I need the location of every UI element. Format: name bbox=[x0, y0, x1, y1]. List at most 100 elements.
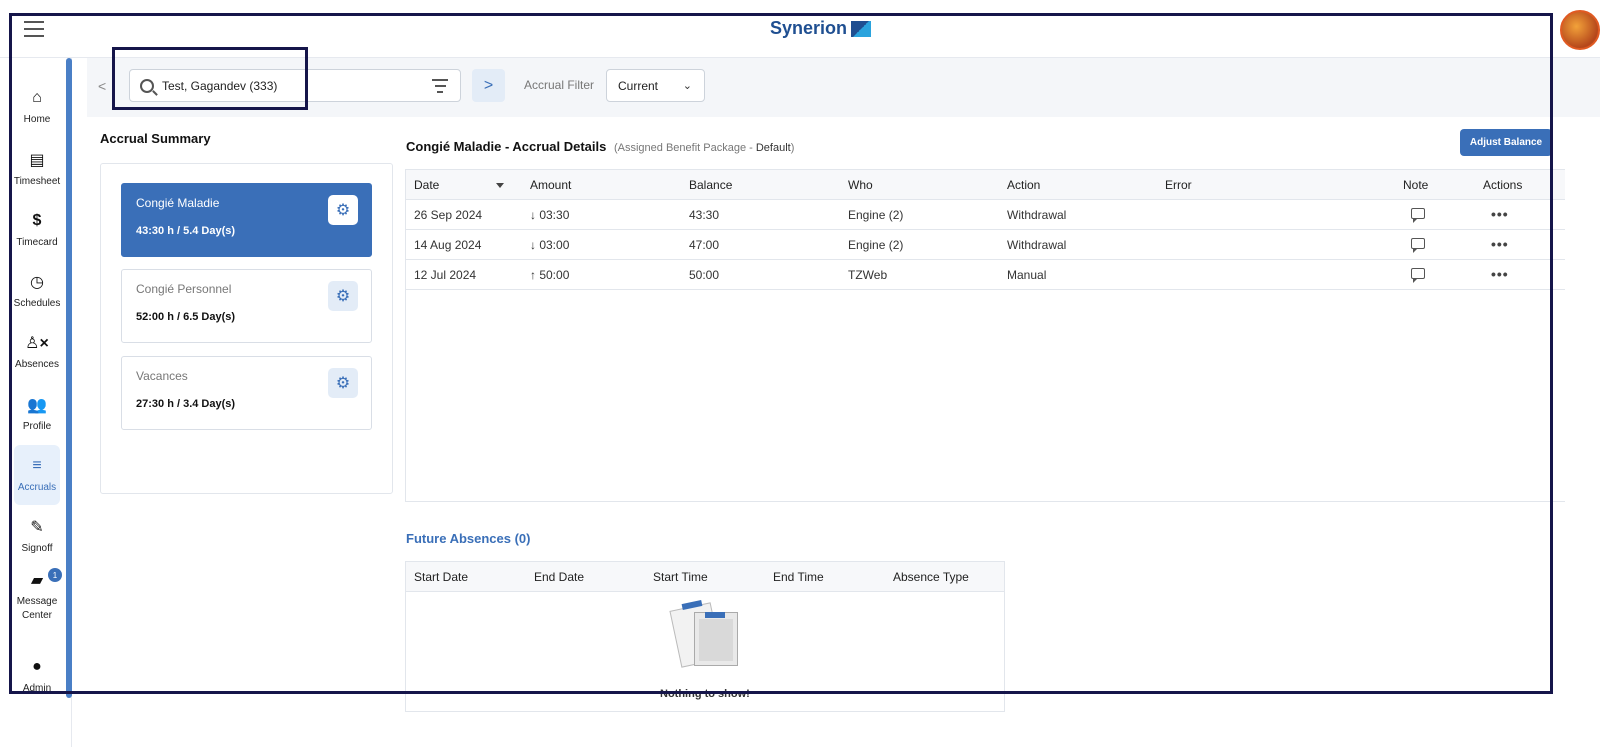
accrual-details-table: Date Amount Balance Who Action Error Not… bbox=[405, 169, 1565, 502]
gear-icon[interactable]: ⚙ bbox=[328, 195, 358, 225]
accrual-card-name: Congié Maladie bbox=[136, 196, 220, 210]
sidebar-scrollbar[interactable] bbox=[66, 58, 72, 698]
more-actions-icon[interactable]: ••• bbox=[1491, 206, 1509, 222]
table-row[interactable]: 14 Aug 2024 ↓ 03:00 47:00 Engine (2) Withdra… bbox=[406, 230, 1565, 260]
hamburger-menu-icon[interactable] bbox=[24, 21, 44, 37]
table-row[interactable]: 12 Jul 2024 ↑ 50:00 50:00 TZWeb Manual ••• bbox=[406, 260, 1565, 290]
col-error: Error bbox=[1165, 178, 1192, 192]
sidebar-item-admin[interactable]: ● Admin bbox=[14, 646, 60, 706]
accrual-details-title: Congié Maladie - Accrual Details (Assign… bbox=[406, 139, 794, 154]
col-balance: Balance bbox=[689, 178, 733, 192]
cell-balance: 43:30 bbox=[689, 208, 720, 222]
accrual-card[interactable]: Congié Maladie 43:30 h / 5.4 Day(s) ⚙ bbox=[121, 183, 372, 257]
top-bar: Synerion bbox=[0, 0, 1600, 58]
gear-icon[interactable]: ⚙ bbox=[328, 281, 358, 311]
col-end-time: End Time bbox=[773, 570, 824, 584]
cell-amount: ↓ 03:30 bbox=[530, 208, 570, 222]
future-table-header: Start Date End Date Start Time End Time … bbox=[406, 562, 1004, 592]
gear-icon[interactable]: ⚙ bbox=[328, 368, 358, 398]
empty-clipboard-icon bbox=[669, 599, 740, 668]
search-icon bbox=[140, 78, 154, 93]
accrual-card-value: 52:00 h / 6.5 Day(s) bbox=[136, 311, 236, 323]
table-header: Date Amount Balance Who Action Error Not… bbox=[406, 170, 1565, 200]
user-avatar[interactable] bbox=[1560, 10, 1600, 50]
col-absence-type: Absence Type bbox=[893, 570, 969, 584]
cell-date: 12 Jul 2024 bbox=[414, 268, 477, 282]
cell-who: Engine (2) bbox=[848, 208, 904, 222]
cell-who: Engine (2) bbox=[848, 238, 904, 252]
cell-action: Withdrawal bbox=[1007, 238, 1067, 252]
note-icon[interactable] bbox=[1411, 238, 1425, 253]
sidebar-item-message-center[interactable]: ▰ Message Center 1 bbox=[14, 566, 62, 626]
sidebar-item-label: Timecard bbox=[16, 237, 58, 248]
synerion-logo: Synerion bbox=[770, 18, 872, 39]
sidebar-item-accruals[interactable]: ≡ Accruals bbox=[14, 445, 60, 505]
employee-search-box[interactable] bbox=[129, 69, 461, 102]
clock-icon: ◷ bbox=[30, 274, 44, 291]
cell-amount: ↑ 50:00 bbox=[530, 268, 570, 282]
timesheet-icon: ▤ bbox=[29, 152, 45, 169]
sidebar-item-label: Home bbox=[23, 114, 51, 125]
accrual-card-value: 27:30 h / 3.4 Day(s) bbox=[136, 398, 236, 410]
col-actions: Actions bbox=[1483, 178, 1523, 192]
sidebar-item-label: Signoff bbox=[21, 543, 53, 554]
back-chevron-icon[interactable]: < bbox=[98, 78, 106, 94]
sort-desc-icon[interactable] bbox=[496, 183, 504, 188]
table-row[interactable]: 26 Sep 2024 ↓ 03:30 43:30 Engine (2) Withdra… bbox=[406, 200, 1565, 230]
note-icon[interactable] bbox=[1411, 208, 1425, 223]
cell-amount: ↓ 03:00 bbox=[530, 238, 570, 252]
col-date[interactable]: Date bbox=[414, 178, 439, 192]
sidebar-item-label: Message Center bbox=[16, 596, 58, 621]
accrual-card-value: 43:30 h / 5.4 Day(s) bbox=[136, 225, 236, 237]
benefit-package-note: (Assigned Benefit Package - Default) bbox=[614, 142, 794, 154]
sidebar-item-signoff[interactable]: ✎ Signoff bbox=[14, 506, 60, 566]
sidebar-item-timesheet[interactable]: ▤ Timesheet bbox=[14, 139, 60, 199]
person-remove-icon: ♙× bbox=[25, 335, 49, 352]
more-actions-icon[interactable]: ••• bbox=[1491, 266, 1509, 282]
sidebar-item-label: Absences bbox=[15, 359, 59, 370]
accrual-filter-select[interactable]: Current ⌄ bbox=[606, 69, 705, 102]
future-absences-title: Future Absences (0) bbox=[406, 531, 531, 546]
notification-badge: 1 bbox=[48, 568, 62, 582]
accrual-summary-title: Accrual Summary bbox=[100, 131, 211, 146]
dollar-icon: $ bbox=[32, 212, 42, 229]
benefit-package-prefix: (Assigned Benefit Package - bbox=[613, 142, 756, 154]
accrual-card[interactable]: Congié Personnel 52:00 h / 6.5 Day(s) ⚙ bbox=[121, 269, 372, 343]
employee-search-input[interactable] bbox=[162, 78, 422, 93]
logo-mark-icon bbox=[851, 20, 872, 37]
accrual-card-name: Vacances bbox=[136, 369, 188, 383]
sidebar-item-absences[interactable]: ♙× Absences bbox=[14, 322, 60, 382]
people-icon: 👥 bbox=[27, 397, 47, 414]
sidebar-item-schedules[interactable]: ◷ Schedules bbox=[13, 261, 61, 321]
sidebar-item-timecard[interactable]: $ Timecard bbox=[14, 200, 60, 260]
note-icon[interactable] bbox=[1411, 268, 1425, 283]
col-action: Action bbox=[1007, 178, 1041, 192]
accrual-details-heading: Congié Maladie - Accrual Details bbox=[406, 139, 607, 154]
col-end-date: End Date bbox=[534, 570, 585, 584]
col-start-time: Start Time bbox=[653, 570, 708, 584]
chevron-down-icon: ⌄ bbox=[682, 80, 692, 92]
sidebar-item-label: Accruals bbox=[17, 482, 57, 493]
more-actions-icon[interactable]: ••• bbox=[1491, 236, 1509, 252]
next-employee-button[interactable]: > bbox=[472, 69, 505, 102]
sidebar-item-label: Timesheet bbox=[13, 176, 61, 187]
cell-date: 14 Aug 2024 bbox=[414, 238, 482, 252]
accruals-icon: ≡ bbox=[32, 457, 42, 474]
sidebar-item-profile[interactable]: 👥 Profile bbox=[14, 384, 60, 444]
accrual-filter-label: Accrual Filter bbox=[524, 78, 595, 92]
cell-action: Manual bbox=[1007, 268, 1047, 282]
accrual-card[interactable]: Vacances 27:30 h / 3.4 Day(s) ⚙ bbox=[121, 356, 372, 430]
admin-icon: ● bbox=[32, 658, 42, 675]
sidebar-item-home[interactable]: ⌂ Home bbox=[14, 77, 60, 137]
sidebar-item-label: Schedules bbox=[13, 298, 61, 309]
col-who: Who bbox=[848, 178, 873, 192]
benefit-package-suffix: ) bbox=[790, 142, 795, 154]
cell-balance: 47:00 bbox=[689, 238, 720, 252]
cell-balance: 50:00 bbox=[689, 268, 720, 282]
col-start-date: Start Date bbox=[414, 570, 469, 584]
logo-text: Synerion bbox=[770, 18, 848, 38]
empty-state-text: Nothing to show! bbox=[660, 688, 750, 700]
benefit-package-value: Default bbox=[755, 142, 791, 154]
filter-icon[interactable] bbox=[432, 79, 448, 93]
adjust-balance-button[interactable]: Adjust Balance bbox=[1460, 129, 1552, 156]
